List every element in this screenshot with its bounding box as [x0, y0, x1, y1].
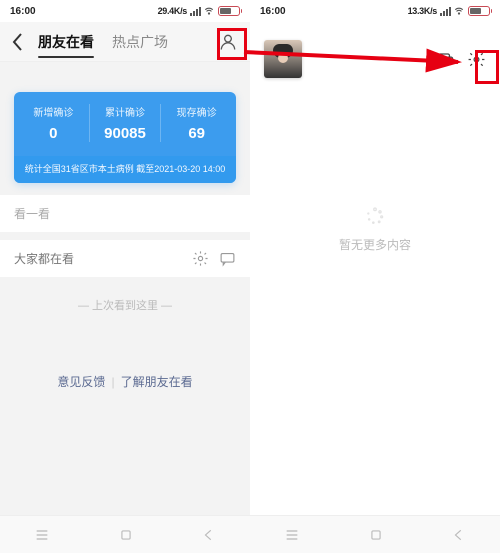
watermark: 百度经验 — [414, 493, 492, 513]
time: 16:00 — [260, 6, 286, 17]
covid-total: 累计确诊 90085 — [90, 104, 162, 142]
last-read-divider: — 上次看到这里 — — [0, 277, 250, 333]
feedback-link[interactable]: 意见反馈 — [51, 375, 111, 389]
comment-icon[interactable] — [219, 250, 236, 267]
status-bar-right: 16:00 13.3K/s — [250, 0, 500, 22]
person-icon — [218, 32, 238, 52]
avatar[interactable] — [264, 40, 302, 78]
wifi-icon — [454, 6, 464, 16]
settings-icon[interactable] — [467, 50, 486, 69]
loading-icon — [365, 206, 385, 226]
wifi-icon — [204, 6, 214, 16]
top-bar-left: 朋友在看 热点广场 — [0, 22, 250, 62]
chat-icon[interactable] — [436, 50, 455, 69]
look-section[interactable]: 看一看 — [0, 195, 250, 232]
all-watching-label: 大家都在看 — [14, 250, 74, 267]
back-button[interactable] — [4, 22, 32, 62]
system-nav-right — [250, 515, 500, 553]
nav-back-icon[interactable] — [452, 528, 466, 542]
nav-menu-icon[interactable] — [284, 527, 300, 543]
all-watching-section[interactable]: 大家都在看 — [0, 240, 250, 277]
nav-home-icon[interactable] — [369, 528, 383, 542]
nav-menu-icon[interactable] — [34, 527, 50, 543]
network-speed: 13.3K/s — [408, 6, 437, 16]
battery-icon — [468, 6, 490, 16]
tab-friends-watching[interactable]: 朋友在看 — [38, 24, 94, 60]
signal-icon — [190, 7, 201, 16]
footer-links: 意见反馈|了解朋友在看 — [0, 333, 250, 390]
time: 16:00 — [10, 6, 36, 17]
nav-home-icon[interactable] — [119, 528, 133, 542]
covid-existing: 现存确诊 69 — [161, 104, 232, 142]
about-link[interactable]: 了解朋友在看 — [115, 375, 199, 389]
system-nav-left — [0, 515, 250, 553]
profile-button[interactable] — [210, 24, 246, 60]
empty-state: 暂无更多内容 — [250, 86, 500, 515]
gear-icon[interactable] — [192, 250, 209, 267]
tab-hot-square[interactable]: 热点广场 — [112, 24, 168, 60]
profile-header — [250, 22, 500, 86]
covid-footer: 统计全国31省区市本土病例 截至2021-03-20 14:00 — [14, 156, 236, 183]
empty-text: 暂无更多内容 — [339, 236, 411, 253]
covid-stats-card[interactable]: 新增确诊 0 累计确诊 90085 现存确诊 69 统计全国31省区市本土病例 … — [14, 92, 236, 183]
battery-icon — [218, 6, 240, 16]
signal-icon — [440, 7, 451, 16]
nav-back-icon[interactable] — [202, 528, 216, 542]
paw-icon — [414, 495, 430, 511]
status-bar-left: 16:00 29.4K/s — [0, 0, 250, 22]
network-speed: 29.4K/s — [158, 6, 187, 16]
covid-new: 新增确诊 0 — [18, 104, 90, 142]
